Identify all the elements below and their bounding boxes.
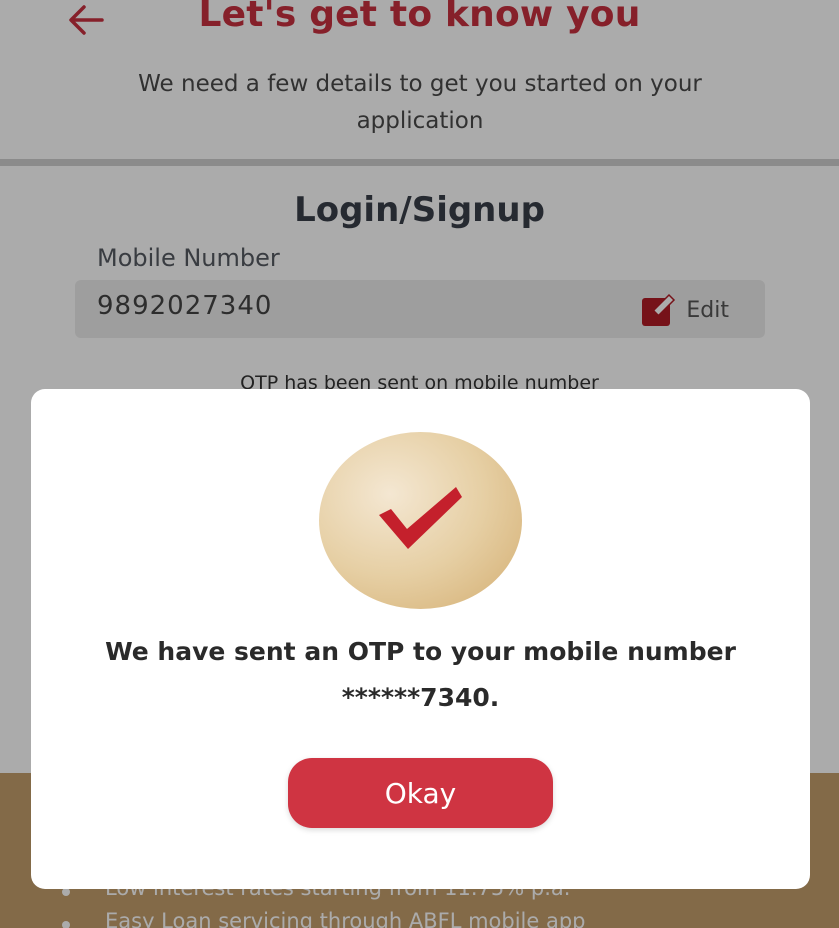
success-badge xyxy=(319,432,522,609)
page: Let's get to know you We need a few deta… xyxy=(0,0,839,928)
otp-sent-dialog: We have sent an OTP to your mobile numbe… xyxy=(31,389,810,889)
okay-button[interactable]: Okay xyxy=(288,758,553,828)
checkmark-icon xyxy=(379,487,462,549)
otp-message-line1: We have sent an OTP to your mobile numbe… xyxy=(105,637,736,666)
masked-mobile-number: ******7340. xyxy=(341,683,500,712)
otp-message: We have sent an OTP to your mobile numbe… xyxy=(71,629,770,721)
